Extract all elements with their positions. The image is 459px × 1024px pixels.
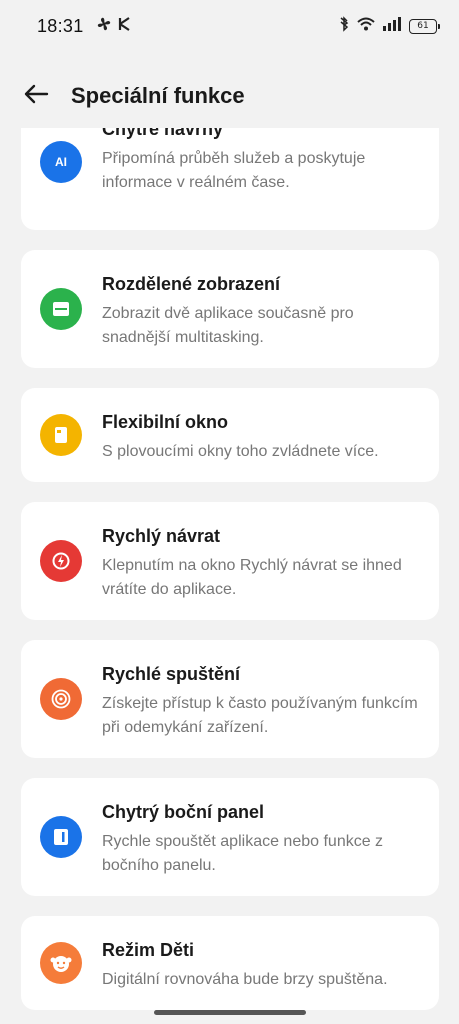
- features-list: AI Chytré návrhy Připomíná průběh služeb…: [0, 128, 459, 1024]
- item-description: Získejte přístup k často používaným funk…: [102, 695, 418, 736]
- list-item-smart-side-panel[interactable]: Chytrý boční panel Rychle spouštět aplik…: [21, 778, 439, 896]
- top-app-bar: Speciální funkce: [0, 70, 459, 122]
- list-item-kids-mode[interactable]: Režim Děti Digitální rovnováha bude brzy…: [21, 916, 439, 1010]
- back-button[interactable]: [16, 76, 56, 116]
- side-panel-icon: [40, 816, 82, 858]
- app-k-icon: [118, 16, 132, 36]
- wifi-icon: [357, 17, 375, 36]
- ai-icon: AI: [40, 141, 82, 183]
- item-description: S plovoucími okny toho zvládnete více.: [102, 443, 379, 460]
- item-title: Flexibilní okno: [102, 412, 229, 432]
- item-description: Rychle spouštět aplikace nebo funkce z b…: [102, 833, 384, 874]
- fan-icon: [96, 16, 112, 37]
- item-title: Rozdělené zobrazení: [102, 274, 281, 294]
- item-description: Připomíná průběh služeb a poskytuje info…: [102, 150, 366, 191]
- item-description: Digitální rovnováha bude brzy spuštěna.: [102, 971, 388, 988]
- item-title: Rychlý návrat: [102, 526, 221, 546]
- battery-indicator: 61: [409, 18, 440, 34]
- item-description: Zobrazit dvě aplikace současně pro snadn…: [102, 305, 354, 346]
- quick-return-icon: [40, 540, 82, 582]
- signal-icon: [383, 16, 401, 36]
- list-item-split-screen[interactable]: Rozdělené zobrazení Zobrazit dvě aplikac…: [21, 250, 439, 368]
- list-item-quick-return[interactable]: Rychlý návrat Klepnutím na okno Rychlý n…: [21, 502, 439, 620]
- item-description: Klepnutím na okno Rychlý návrat se ihned…: [102, 557, 402, 598]
- kids-mode-icon: [40, 942, 82, 984]
- list-item-quick-launch[interactable]: Rychlé spuštění Získejte přístup k často…: [21, 640, 439, 758]
- flexible-window-icon: [40, 414, 82, 456]
- split-screen-icon: [40, 288, 82, 330]
- item-title: Chytrý boční panel: [102, 802, 265, 822]
- status-notification-icons: [96, 16, 132, 37]
- home-indicator[interactable]: [154, 1010, 306, 1015]
- item-title: Chytré návrhy: [102, 128, 224, 139]
- list-item-flexible-window[interactable]: Flexibilní okno S plovoucími okny toho z…: [21, 388, 439, 482]
- status-time: 18:31: [37, 15, 84, 36]
- status-bar: 18:31 61: [0, 0, 459, 52]
- list-item-smart-suggestions[interactable]: AI Chytré návrhy Připomíná průběh služeb…: [21, 128, 439, 230]
- page-title: Speciální funkce: [71, 83, 245, 108]
- item-title: Režim Děti: [102, 940, 195, 960]
- quick-launch-icon: [40, 678, 82, 720]
- vibrate-icon: [339, 15, 349, 37]
- arrow-left-icon: [23, 84, 49, 109]
- item-title: Rychlé spuštění: [102, 664, 241, 684]
